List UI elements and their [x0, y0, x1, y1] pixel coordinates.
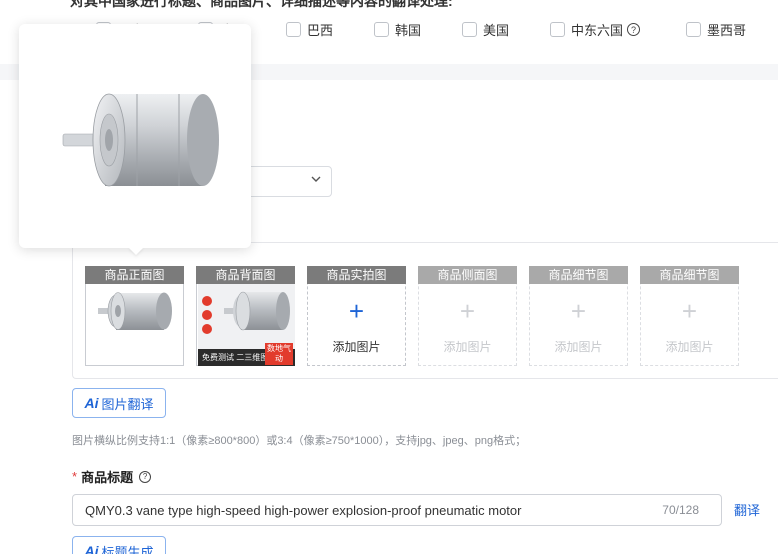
product-title-label: * 商品标题 ?	[72, 467, 152, 486]
motor-preview-image	[62, 93, 219, 187]
country-option-usa[interactable]: 美国	[462, 20, 509, 39]
image-slot-side[interactable]: 商品侧面图 + 添加图片	[418, 266, 517, 366]
country-option-brazil[interactable]: 巴西	[286, 20, 333, 39]
product-title-field[interactable]: 70/128	[72, 494, 722, 526]
add-image-label: 添加图片	[443, 340, 492, 354]
add-image-label: 添加图片	[332, 340, 381, 354]
product-title-input[interactable]	[85, 495, 645, 525]
plus-icon: +	[570, 296, 587, 326]
required-mark: *	[72, 469, 78, 484]
add-image-label: 添加图片	[554, 340, 603, 354]
char-counter: 70/128	[662, 503, 699, 517]
question-circle-icon[interactable]: ?	[139, 470, 152, 483]
image-translate-button[interactable]: Ai 图片翻译	[72, 388, 166, 418]
ai-icon: Ai	[84, 395, 99, 411]
title-generate-button[interactable]: Ai 标题生成	[72, 536, 166, 554]
slot-label: 商品正面图	[85, 266, 184, 284]
slot-label: 商品背面图	[196, 266, 295, 284]
slot-label: 商品细节图	[529, 266, 628, 284]
image-slot-back[interactable]: 免费测试 二三维图 数地气动 商品背面图	[196, 266, 295, 366]
add-image-label: 添加图片	[665, 340, 714, 354]
image-slot-real-shot[interactable]: 商品实拍图 + 添加图片	[307, 266, 406, 366]
checkbox[interactable]	[550, 22, 565, 37]
checkbox[interactable]	[686, 22, 701, 37]
translation-hint-text: 对其中国家进行标题、商品图片、详细描述等内容的翻译处理:	[70, 0, 453, 9]
checkbox[interactable]	[374, 22, 389, 37]
country-option-middle-east[interactable]: 中东六国 ?	[550, 20, 641, 39]
title-translate-link[interactable]: 翻译	[734, 500, 760, 519]
plus-icon: +	[681, 296, 698, 326]
image-slot-detail-1[interactable]: 商品细节图 + 添加图片	[529, 266, 628, 366]
country-option-mexico[interactable]: 墨西哥	[686, 20, 746, 39]
image-slot-front[interactable]: 商品正面图	[85, 266, 184, 366]
image-preview-popover	[19, 24, 251, 248]
slot-label: 商品细节图	[640, 266, 739, 284]
slot-label: 商品实拍图	[307, 266, 406, 284]
chevron-down-icon	[310, 173, 322, 188]
image-slot-detail-2[interactable]: 商品细节图 + 添加图片	[640, 266, 739, 366]
brand-badge: 数地气动	[265, 343, 293, 365]
ai-icon: Ai	[84, 543, 99, 554]
plus-icon[interactable]: +	[307, 296, 406, 326]
image-format-hint: 图片横纵比例支持1:1（像素≥800*800）或3:4（像素≥750*1000）…	[72, 435, 527, 447]
checkbox[interactable]	[462, 22, 477, 37]
country-option-korea[interactable]: 韩国	[374, 20, 421, 39]
plus-icon: +	[459, 296, 476, 326]
slot-label: 商品侧面图	[418, 266, 517, 284]
checkbox[interactable]	[286, 22, 301, 37]
popover-arrow	[128, 247, 144, 255]
question-circle-icon[interactable]: ?	[627, 23, 641, 36]
